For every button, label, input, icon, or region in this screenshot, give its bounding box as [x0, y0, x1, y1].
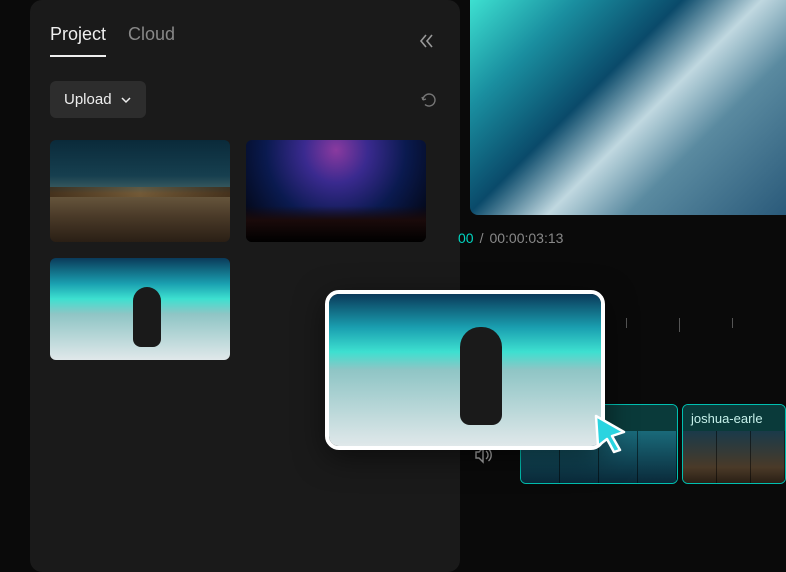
tab-cloud[interactable]: Cloud [128, 24, 175, 57]
timecode-total: 00:00:03:13 [489, 230, 563, 246]
panel-tabs: Project Cloud [50, 24, 440, 57]
preview-viewport [470, 0, 786, 215]
upload-row: Upload [50, 81, 440, 118]
collapse-panel-button[interactable] [414, 28, 440, 54]
upload-label: Upload [64, 91, 112, 108]
preview-image [470, 0, 786, 215]
timecode-display: 00 / 00:00:03:13 [458, 230, 563, 246]
media-thumb[interactable] [50, 140, 230, 242]
media-thumb[interactable] [50, 258, 230, 360]
timecode-separator: / [480, 230, 484, 246]
chevron-down-icon [120, 94, 132, 106]
refresh-button[interactable] [418, 89, 440, 111]
dragging-media-thumb[interactable] [325, 290, 605, 450]
clip-label: joshua-earle [691, 411, 763, 426]
cursor-icon [590, 412, 632, 454]
media-panel: Project Cloud Upload [30, 0, 460, 572]
timecode-current: 00 [458, 230, 474, 246]
timeline-clip[interactable]: joshua-earle [682, 404, 786, 484]
tab-project[interactable]: Project [50, 24, 106, 57]
media-thumb[interactable] [246, 140, 426, 242]
upload-button[interactable]: Upload [50, 81, 146, 118]
